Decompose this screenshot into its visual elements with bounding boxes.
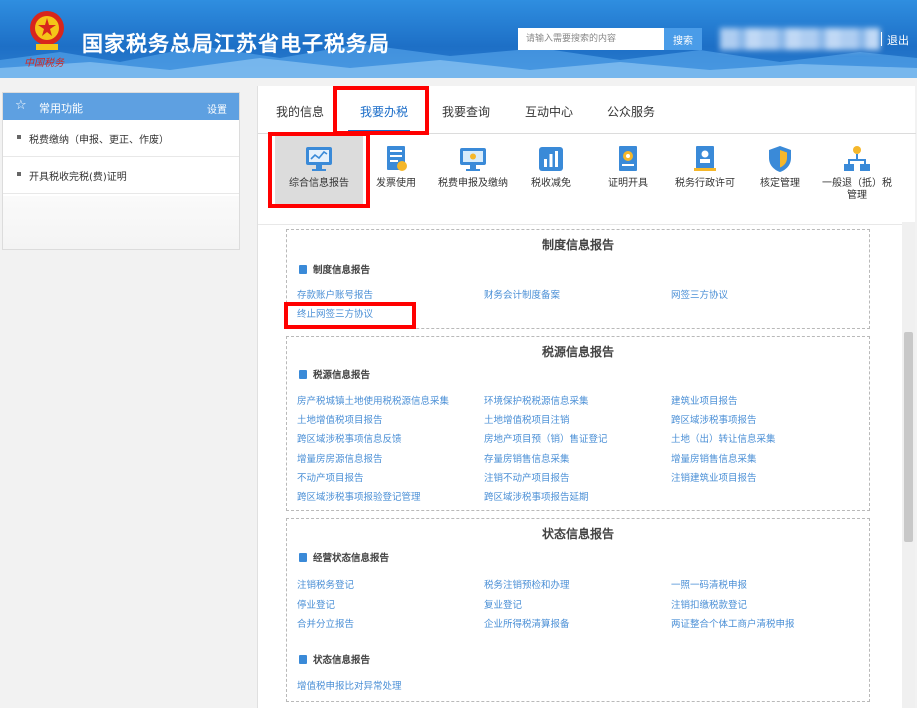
document-icon (299, 265, 307, 274)
bullet-icon (17, 172, 21, 176)
calligraphy-logo: 中国税务 (24, 58, 64, 69)
link-tax-source[interactable]: 增量房房源信息报告 (297, 451, 383, 465)
link-business-status[interactable]: 一照一码清税申报 (671, 577, 747, 591)
section-title: 制度信息报告 (541, 238, 614, 252)
link-tax-source[interactable]: 土地增值税项目报告 (297, 412, 383, 426)
function-label: 税费申报及缴纳 (438, 178, 508, 189)
favorites-title: 常用功能 (39, 102, 83, 115)
link-tax-source[interactable]: 存量房销售信息采集 (484, 451, 570, 465)
link-tax-source[interactable]: 跨区域涉税事项报告 (671, 412, 757, 426)
link-vat-anomaly[interactable]: 增值税申报比对异常处理 (297, 678, 402, 692)
shield-icon (769, 146, 791, 172)
settings-link[interactable]: 设置 (207, 101, 227, 116)
favorite-item-tax-payment[interactable]: 税费缴纳（申报、更正、作废） (3, 120, 239, 157)
link-tax-source[interactable]: 增量房销售信息采集 (671, 451, 757, 465)
link-tax-source[interactable]: 环境保护税税源信息采集 (484, 393, 589, 407)
header-divider (881, 32, 882, 46)
subsection-title: 税源信息报告 (299, 367, 370, 381)
document-icon (299, 655, 307, 664)
link-tax-source[interactable]: 房产税城镇土地使用税税源信息采集 (297, 393, 449, 407)
search-input[interactable] (518, 28, 664, 50)
favorites-panel: ☆ 常用功能 设置 税费缴纳（申报、更正、作废） 开具税收完税(费)证明 (2, 92, 240, 250)
link-accounting-filing[interactable]: 财务会计制度备案 (484, 287, 560, 301)
megaphone-icon (299, 370, 307, 379)
favorite-item-label: 开具税收完税(费)证明 (29, 172, 127, 183)
favorite-item-tax-certificate[interactable]: 开具税收完税(费)证明 (3, 157, 239, 194)
invoice-icon (387, 146, 407, 171)
favorite-item-label: 税费缴纳（申报、更正、作废） (29, 135, 169, 146)
link-deposit-account[interactable]: 存款账户账号报告 (297, 287, 373, 301)
highlight-comprehensive-report (268, 132, 370, 208)
link-business-status[interactable]: 复业登记 (484, 597, 522, 611)
function-admin-license[interactable]: 税务行政许可 (670, 136, 740, 190)
screen-icon (460, 148, 486, 171)
function-tax-refund[interactable]: 一般退（抵）税管理 (822, 136, 892, 202)
link-tax-source[interactable]: 土地（出）转让信息采集 (671, 431, 776, 445)
bar-chart-icon (539, 147, 563, 171)
function-label: 证明开具 (608, 178, 648, 189)
link-business-status[interactable]: 注销税务登记 (297, 577, 354, 591)
function-label: 税务行政许可 (675, 178, 735, 189)
function-label: 发票使用 (376, 178, 416, 189)
certificate-icon (619, 146, 637, 171)
site-title: 国家税务总局江苏省电子税务局 (82, 32, 390, 56)
link-business-status[interactable]: 两证整合个体工商户清税申报 (671, 616, 795, 630)
tab-public-service[interactable]: 公众服务 (607, 103, 655, 120)
function-label: 一般退（抵）税管理 (822, 178, 892, 201)
search-button[interactable]: 搜索 (664, 28, 702, 50)
tax-emblem-icon (30, 11, 64, 50)
function-assessment[interactable]: 核定管理 (752, 136, 808, 190)
link-tax-source[interactable]: 不动产项目报告 (297, 470, 364, 484)
section-title: 税源信息报告 (541, 345, 614, 359)
link-tripartite-agreement[interactable]: 网签三方协议 (671, 287, 728, 301)
tab-interaction[interactable]: 互动中心 (525, 103, 573, 120)
subsection-title: 制度信息报告 (299, 262, 370, 276)
link-business-status[interactable]: 企业所得税清算报备 (484, 616, 570, 630)
link-tax-source[interactable]: 房地产项目预（销）售证登记 (484, 431, 608, 445)
function-label: 税收减免 (531, 178, 571, 189)
link-business-status[interactable]: 停业登记 (297, 597, 335, 611)
highlight-tab-do-tax (333, 86, 429, 135)
scrollbar-thumb[interactable] (904, 332, 913, 542)
highlight-terminate-tripartite (284, 302, 416, 329)
link-business-status[interactable]: 注销扣缴税款登记 (671, 597, 747, 611)
link-tax-source[interactable]: 注销建筑业项目报告 (671, 470, 757, 484)
function-tax-reduction[interactable]: 税收减免 (526, 136, 576, 190)
subsection-title: 经营状态信息报告 (299, 550, 389, 564)
star-icon: ☆ (15, 98, 27, 113)
bullet-icon (17, 135, 21, 139)
license-icon (694, 146, 716, 171)
hierarchy-icon (844, 146, 870, 171)
section-title: 状态信息报告 (541, 527, 614, 541)
user-info-blurred (720, 28, 880, 50)
link-tax-source[interactable]: 跨区域涉税事项报告延期 (484, 489, 589, 503)
link-tax-source[interactable]: 跨区域涉税事项信息反馈 (297, 431, 402, 445)
link-business-status[interactable]: 合并分立报告 (297, 616, 354, 630)
function-invoice-use[interactable]: 发票使用 (371, 136, 421, 190)
link-business-status[interactable]: 税务注销预检和办理 (484, 577, 570, 591)
document-icon (299, 553, 307, 562)
link-tax-source[interactable]: 跨区域涉税事项报验登记管理 (297, 489, 421, 503)
link-tax-source[interactable]: 建筑业项目报告 (671, 393, 738, 407)
section-tax-source-report: 税源信息报告 税源信息报告 房产税城镇土地使用税税源信息采集 环境保护税税源信息… (286, 336, 870, 511)
section-status-report: 状态信息报告 经营状态信息报告 注销税务登记 税务注销预检和办理 一照一码清税申… (286, 518, 870, 702)
tab-my-info[interactable]: 我的信息 (276, 103, 324, 120)
favorites-blank-area (3, 196, 239, 249)
site-header: 中国税务 国家税务总局江苏省电子税务局 搜索 退出 (0, 0, 917, 78)
subsection-title: 状态信息报告 (299, 652, 370, 666)
function-certificate[interactable]: 证明开具 (603, 136, 653, 190)
link-tax-source[interactable]: 注销不动产项目报告 (484, 470, 570, 484)
tab-query[interactable]: 我要查询 (442, 103, 490, 120)
favorites-header: ☆ 常用功能 设置 (3, 93, 239, 120)
function-tax-declaration[interactable]: 税费申报及缴纳 (438, 136, 508, 190)
logout-link[interactable]: 退出 (887, 32, 909, 48)
link-tax-source[interactable]: 土地增值税项目注销 (484, 412, 570, 426)
function-label: 核定管理 (760, 178, 800, 189)
